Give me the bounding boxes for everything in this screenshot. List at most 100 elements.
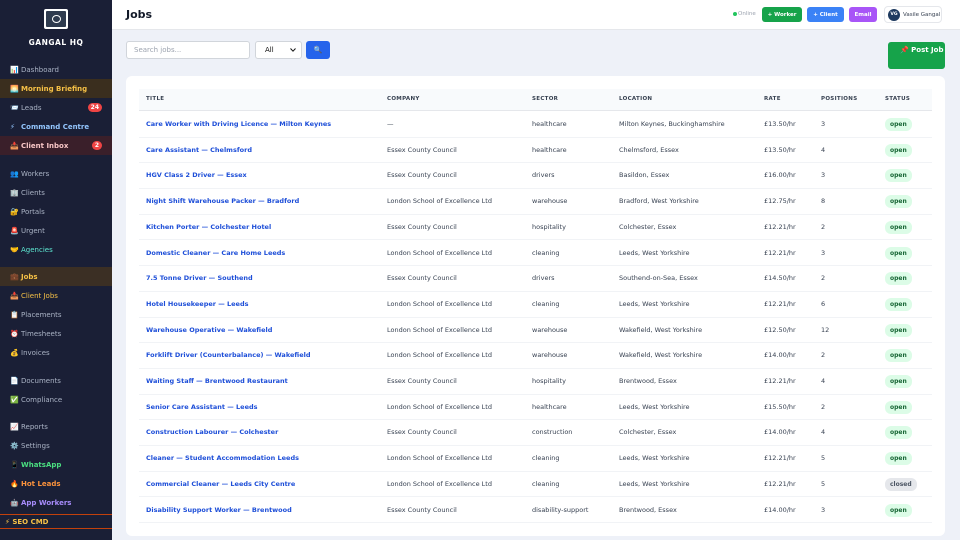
search-input[interactable]: [126, 41, 250, 59]
job-title-link[interactable]: 7.5 Tonne Driver — Southend: [146, 274, 253, 282]
sidebar-item-seo-cmd[interactable]: ⚡ SEO CMD: [0, 514, 112, 529]
sidebar-item-clients[interactable]: 🏢 Clients: [0, 183, 112, 202]
sidebar-item-portals[interactable]: 🔐 Portals: [0, 202, 112, 221]
table-row[interactable]: Waiting Staff — Brentwood Restaurant Esse…: [139, 369, 932, 395]
col-company[interactable]: COMPANY: [387, 96, 420, 102]
hot-leads-icon: 🔥: [10, 479, 19, 488]
sidebar-item-invoices[interactable]: 💰 Invoices: [0, 343, 112, 362]
compliance-icon: ✅: [10, 395, 19, 404]
col-title[interactable]: TITLE: [146, 96, 164, 102]
invoices-icon: 💰: [10, 348, 19, 357]
col-rate[interactable]: RATE: [764, 96, 781, 102]
sidebar-item-dashboard[interactable]: 📊 Dashboard: [0, 60, 112, 79]
job-title-link[interactable]: Cleaner — Student Accommodation Leeds: [146, 454, 299, 462]
sidebar-item-client-inbox[interactable]: 📥 Client Inbox 2: [0, 136, 112, 155]
job-title-link[interactable]: Domestic Cleaner — Care Home Leeds: [146, 249, 285, 257]
job-title-link[interactable]: Senior Care Assistant — Leeds: [146, 403, 258, 411]
email-button[interactable]: Email: [849, 7, 877, 22]
sidebar-item-workers[interactable]: 👥 Workers: [0, 164, 112, 183]
positions-cell: 3: [821, 505, 826, 514]
sidebar-item-label: Morning Briefing: [21, 84, 88, 93]
sidebar-item-compliance[interactable]: ✅ Compliance: [0, 390, 112, 409]
sidebar-item-agencies[interactable]: 🤝 Agencies: [0, 240, 112, 259]
job-title-link[interactable]: Kitchen Porter — Colchester Hotel: [146, 223, 271, 231]
sidebar-item-placements[interactable]: 📋 Placements: [0, 305, 112, 324]
table-row[interactable]: HGV Class 2 Driver — Essex Essex County C…: [139, 163, 932, 190]
sidebar-item-urgent[interactable]: 🚨 Urgent: [0, 221, 112, 240]
table-row[interactable]: Commercial Cleaner — Leeds City Centre Lo…: [139, 472, 932, 498]
urgent-icon: 🚨: [10, 226, 19, 235]
brand-logo[interactable]: [44, 9, 68, 29]
sector-cell: cleaning: [532, 299, 560, 308]
rate-cell: £15.50/hr: [764, 402, 796, 411]
job-title-link[interactable]: Commercial Cleaner — Leeds City Centre: [146, 480, 295, 488]
location-cell: Leeds, West Yorkshire: [619, 248, 690, 257]
job-title-link[interactable]: Night Shift Warehouse Packer — Bradford: [146, 197, 299, 205]
sidebar-item-command-centre[interactable]: ⚡ Command Centre: [0, 117, 112, 136]
sidebar-item-hot-leads[interactable]: 🔥 Hot Leads: [0, 474, 112, 493]
rate-cell: £12.21/hr: [764, 479, 796, 488]
sidebar-item-label: Workers: [21, 169, 50, 178]
col-status[interactable]: STATUS: [885, 96, 910, 102]
add-client-button[interactable]: + Client: [807, 7, 844, 22]
rate-cell: £12.75/hr: [764, 197, 796, 206]
job-title-link[interactable]: Construction Labourer — Colchester: [146, 428, 278, 436]
table-row[interactable]: Hotel Housekeeper — Leeds London School o…: [139, 292, 932, 318]
job-title-link[interactable]: Disability Support Worker — Brentwood: [146, 506, 292, 514]
positions-cell: 2: [821, 222, 826, 231]
company-cell: —: [387, 120, 394, 128]
company-cell: Essex County Council: [387, 505, 457, 514]
sidebar-item-settings[interactable]: ⚙️ Settings: [0, 436, 112, 455]
table-row[interactable]: Domestic Cleaner — Care Home Leeds London…: [139, 241, 932, 267]
table-row[interactable]: Cleaner — Student Accommodation Leeds Lon…: [139, 446, 932, 472]
positions-cell: 2: [821, 274, 826, 283]
job-title-link[interactable]: Forklift Driver (Counterbalance) — Wakef…: [146, 351, 310, 359]
table-row[interactable]: Forklift Driver (Counterbalance) — Wakef…: [139, 343, 932, 369]
sidebar-item-label: Urgent: [21, 226, 45, 235]
location-cell: Basildon, Essex: [619, 171, 670, 180]
sidebar-item-label: Invoices: [21, 348, 50, 357]
sidebar-item-whatsapp[interactable]: 📱 WhatsApp: [0, 455, 112, 474]
table-row[interactable]: Kitchen Porter — Colchester Hotel Essex C…: [139, 215, 932, 241]
job-title-link[interactable]: Care Worker with Driving Licence — Milto…: [146, 120, 331, 128]
job-title-link[interactable]: Care Assistant — Chelmsford: [146, 146, 252, 154]
sector-cell: healthcare: [532, 145, 567, 154]
add-worker-button[interactable]: + Worker: [762, 7, 802, 22]
positions-cell: 3: [821, 120, 826, 128]
sidebar-item-jobs[interactable]: 💼 Jobs: [0, 267, 112, 286]
status-badge: open: [885, 195, 912, 209]
sector-cell: warehouse: [532, 197, 568, 206]
table-row[interactable]: Warehouse Operative — Wakefield London Sc…: [139, 318, 932, 344]
table-row[interactable]: Care Assistant — Chelmsford Essex County …: [139, 138, 932, 164]
table-row[interactable]: Care Worker with Driving Licence — Milto…: [139, 112, 932, 138]
sidebar-item-reports[interactable]: 📈 Reports: [0, 417, 112, 436]
status-filter-select[interactable]: All: [255, 41, 302, 59]
job-title-link[interactable]: HGV Class 2 Driver — Essex: [146, 171, 247, 179]
sidebar-item-morning-briefing[interactable]: 🌅 Morning Briefing: [0, 79, 112, 98]
sidebar-item-leads[interactable]: 📨 Leads 24: [0, 98, 112, 117]
table-row[interactable]: 7.5 Tonne Driver — Southend Essex County …: [139, 266, 932, 292]
table-row[interactable]: Night Shift Warehouse Packer — Bradford L…: [139, 189, 932, 215]
job-title-link[interactable]: Waiting Staff — Brentwood Restaurant: [146, 377, 288, 385]
table-row[interactable]: Disability Support Worker — Brentwood Ess…: [139, 498, 932, 524]
table-row[interactable]: Construction Labourer — Colchester Essex …: [139, 420, 932, 447]
sidebar-item-documents[interactable]: 📄 Documents: [0, 371, 112, 390]
location-cell: Colchester, Essex: [619, 428, 677, 437]
brand-name: GANGAL HQ: [28, 38, 84, 47]
user-menu[interactable]: VG Vasile Gangal: [884, 6, 942, 23]
documents-icon: 📄: [10, 376, 19, 385]
reports-icon: 📈: [10, 422, 19, 431]
col-positions[interactable]: POSITIONS: [821, 96, 857, 102]
job-title-link[interactable]: Warehouse Operative — Wakefield: [146, 326, 272, 334]
table-row[interactable]: Senior Care Assistant — Leeds London Scho…: [139, 395, 932, 421]
search-button[interactable]: 🔍: [306, 41, 330, 59]
col-location[interactable]: LOCATION: [619, 96, 652, 102]
job-title-link[interactable]: Hotel Housekeeper — Leeds: [146, 300, 248, 308]
sidebar-item-client-jobs[interactable]: 📥 Client Jobs: [0, 286, 112, 305]
col-sector[interactable]: SECTOR: [532, 96, 558, 102]
sidebar-item-timesheets[interactable]: ⏰ Timesheets: [0, 324, 112, 343]
status-badge: open: [885, 426, 912, 440]
post-job-button[interactable]: 📌 Post Job: [888, 42, 945, 69]
sidebar-item-app-workers[interactable]: 🤖 App Workers: [0, 493, 112, 512]
sidebar-item-label: Client Jobs: [21, 291, 58, 300]
